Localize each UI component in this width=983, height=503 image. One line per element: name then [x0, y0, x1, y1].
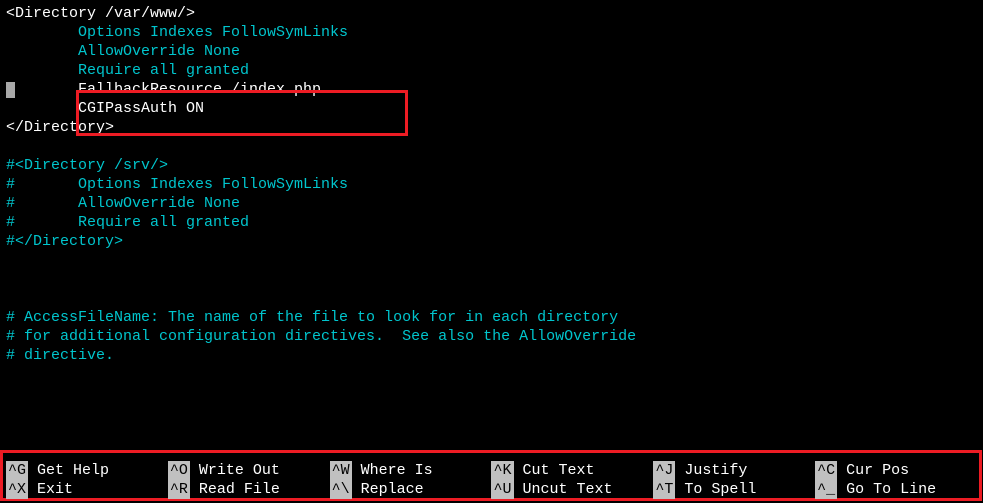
- line-text: [6, 290, 15, 307]
- shortcut-key: ^G: [6, 461, 28, 480]
- editor-line: # AllowOverride None: [6, 194, 977, 213]
- line-text: CGIPassAuth ON: [6, 100, 204, 117]
- editor-line: </Directory>: [6, 118, 977, 137]
- editor-line: [6, 251, 977, 270]
- shortcut-label: Replace: [352, 481, 424, 498]
- shortcut-item[interactable]: ^R Read File: [168, 480, 330, 499]
- shortcut-key: ^R: [168, 480, 190, 499]
- shortcut-label: Uncut Text: [514, 481, 613, 498]
- shortcut-bar: ^G Get Help^O Write Out^W Where Is^K Cut…: [6, 461, 977, 499]
- shortcut-item[interactable]: ^G Get Help: [6, 461, 168, 480]
- shortcut-label: Where Is: [352, 462, 433, 479]
- editor-line: Options Indexes FollowSymLinks: [6, 23, 977, 42]
- editor-line: AllowOverride None: [6, 42, 977, 61]
- line-text: #</Directory>: [6, 233, 123, 250]
- shortcut-item[interactable]: ^\ Replace: [330, 480, 492, 499]
- shortcut-label: Get Help: [28, 462, 109, 479]
- editor-line: FallbackResource /index.php: [6, 80, 977, 99]
- editor-content[interactable]: <Directory /var/www/> Options Indexes Fo…: [0, 0, 983, 369]
- shortcut-key: ^O: [168, 461, 190, 480]
- shortcut-item[interactable]: ^J Justify: [653, 461, 815, 480]
- line-text: [6, 271, 15, 288]
- shortcut-label: Exit: [28, 481, 73, 498]
- line-text: <Directory /var/www/>: [6, 5, 195, 22]
- line-text: # AllowOverride None: [6, 195, 240, 212]
- shortcut-label: Justify: [675, 462, 747, 479]
- editor-line: Require all granted: [6, 61, 977, 80]
- shortcut-item[interactable]: ^T To Spell: [653, 480, 815, 499]
- shortcut-item[interactable]: ^_ Go To Line: [815, 480, 977, 499]
- shortcut-item[interactable]: ^K Cut Text: [491, 461, 653, 480]
- editor-line: # AccessFileName: The name of the file t…: [6, 308, 977, 327]
- line-text: [6, 252, 15, 269]
- shortcut-key: ^\: [330, 480, 352, 499]
- editor-line: #</Directory>: [6, 232, 977, 251]
- line-text: </Directory>: [6, 119, 114, 136]
- line-text: [6, 138, 15, 155]
- shortcut-label: Cut Text: [514, 462, 595, 479]
- line-text: # AccessFileName: The name of the file t…: [6, 309, 618, 326]
- shortcut-item[interactable]: ^O Write Out: [168, 461, 330, 480]
- shortcut-key: ^T: [653, 480, 675, 499]
- editor-line: [6, 270, 977, 289]
- line-text: # for additional configuration directive…: [6, 328, 636, 345]
- line-text: # Options Indexes FollowSymLinks: [6, 176, 348, 193]
- shortcut-item[interactable]: ^X Exit: [6, 480, 168, 499]
- line-text: FallbackResource /index.php: [15, 81, 321, 98]
- editor-line: # Options Indexes FollowSymLinks: [6, 175, 977, 194]
- editor-line: # Require all granted: [6, 213, 977, 232]
- line-text: AllowOverride None: [6, 43, 240, 60]
- shortcut-key: ^J: [653, 461, 675, 480]
- shortcut-label: To Spell: [675, 481, 756, 498]
- editor-line: CGIPassAuth ON: [6, 99, 977, 118]
- shortcut-item[interactable]: ^C Cur Pos: [815, 461, 977, 480]
- cursor-icon: [6, 82, 15, 98]
- shortcut-key: ^C: [815, 461, 837, 480]
- line-text: Options Indexes FollowSymLinks: [6, 24, 348, 41]
- editor-line: #<Directory /srv/>: [6, 156, 977, 175]
- line-text: Require all granted: [6, 62, 249, 79]
- shortcut-key: ^X: [6, 480, 28, 499]
- shortcut-key: ^U: [491, 480, 513, 499]
- shortcut-item[interactable]: ^W Where Is: [330, 461, 492, 480]
- line-text: #<Directory /srv/>: [6, 157, 168, 174]
- editor-line: # directive.: [6, 346, 977, 365]
- editor-line: # for additional configuration directive…: [6, 327, 977, 346]
- shortcut-key: ^_: [815, 480, 837, 499]
- line-text: # directive.: [6, 347, 114, 364]
- shortcut-label: Go To Line: [837, 481, 936, 498]
- editor-line: [6, 289, 977, 308]
- shortcut-item[interactable]: ^U Uncut Text: [491, 480, 653, 499]
- editor-line: <Directory /var/www/>: [6, 4, 977, 23]
- line-text: # Require all granted: [6, 214, 249, 231]
- shortcut-label: Cur Pos: [837, 462, 909, 479]
- shortcut-label: Write Out: [190, 462, 280, 479]
- shortcut-label: Read File: [190, 481, 280, 498]
- editor-line: [6, 137, 977, 156]
- shortcut-key: ^K: [491, 461, 513, 480]
- shortcut-key: ^W: [330, 461, 352, 480]
